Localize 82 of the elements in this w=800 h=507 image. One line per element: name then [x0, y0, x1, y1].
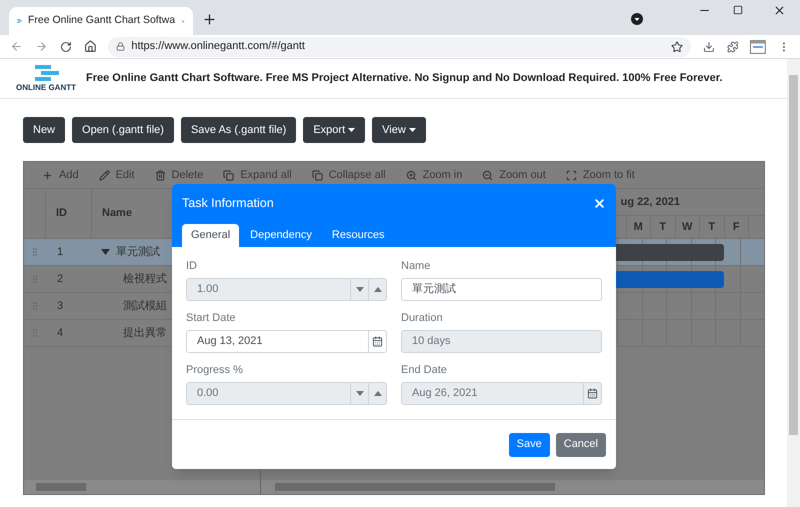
day-label: W — [674, 216, 699, 238]
drag-handle-icon[interactable] — [30, 301, 40, 311]
new-tab-icon[interactable] — [202, 12, 217, 27]
extensions-icon[interactable] — [726, 40, 738, 52]
scrollbar-thumb[interactable] — [789, 75, 798, 435]
scrollbar-thumb[interactable] — [36, 483, 86, 491]
close-icon[interactable] — [593, 197, 606, 210]
caret-up-icon — [374, 391, 382, 396]
toolbar-icon — [406, 170, 417, 180]
browser-tab[interactable]: Free Online Gantt Chart Softwa — [9, 7, 193, 35]
toolbar-icon — [482, 170, 494, 180]
toolbar-button[interactable]: New — [23, 117, 66, 143]
field-label: End Date — [401, 363, 448, 377]
input-field[interactable]: Aug 13, 2021 — [186, 330, 387, 353]
address-bar[interactable]: https://www.onlinegantt.com/#/gantt — [108, 36, 691, 56]
column-header: ID — [55, 206, 68, 222]
calendar-icon — [587, 388, 598, 399]
toolbar-icon — [42, 170, 53, 180]
dialog-button[interactable]: Cancel — [556, 432, 606, 456]
toolbar-item[interactable]: Add — [42, 166, 79, 184]
scrollbar-thumb[interactable] — [275, 483, 555, 491]
toolbar-item[interactable]: Edit — [98, 166, 135, 184]
dialog-button[interactable]: Save — [508, 432, 550, 456]
close-window-icon[interactable] — [773, 4, 786, 17]
site-icon — [17, 16, 22, 26]
toolbar-item[interactable]: Zoom out — [482, 166, 546, 184]
drag-handle-icon[interactable] — [30, 274, 40, 284]
dialog-tab[interactable]: Resources — [322, 224, 394, 247]
dialog-title: Task Information — [182, 195, 274, 212]
table-cell-text: 3 — [56, 298, 64, 314]
toolbar-button[interactable]: Export — [303, 117, 366, 143]
day-label: T — [650, 216, 674, 238]
drag-handle-icon[interactable] — [30, 247, 40, 257]
toolbar-item[interactable]: Zoom to fit — [566, 166, 635, 184]
drag-handle-icon[interactable] — [30, 328, 40, 338]
toolbar-button[interactable]: Open (.gantt file) — [72, 117, 174, 143]
caret-down-icon — [356, 287, 364, 292]
forward-icon[interactable] — [34, 40, 48, 53]
reload-icon[interactable] — [60, 40, 72, 52]
column-header: Name — [91, 189, 132, 238]
toolbar-item[interactable]: Delete — [154, 166, 204, 184]
profile-icon[interactable] — [631, 13, 643, 25]
dialog-tab[interactable]: General — [182, 224, 240, 247]
table-cell-text: 單元測試 — [116, 244, 160, 260]
table-cell-text: 檢視程式 — [123, 272, 167, 287]
toolbar-item[interactable]: Expand all — [223, 166, 292, 184]
toolbar-button[interactable]: View — [372, 117, 426, 143]
table-cell-text: 4 — [56, 326, 64, 341]
extension-icon[interactable] — [750, 40, 766, 54]
toolbar-item[interactable]: Collapse all — [312, 166, 386, 184]
table-cell-text: 2 — [56, 272, 64, 287]
day-label: F — [724, 216, 748, 238]
home-icon[interactable] — [84, 40, 96, 53]
table-cell-text: 1 — [56, 244, 64, 260]
calendar-icon — [372, 336, 383, 347]
toolbar-icon — [566, 170, 577, 180]
caret-down-icon — [356, 391, 364, 396]
week-label: ug 22, 2021 — [620, 194, 680, 210]
toolbar-item[interactable]: Zoom in — [406, 166, 462, 184]
toolbar-icon — [98, 170, 110, 180]
toolbar-icon — [223, 170, 234, 180]
tagline: Free Online Gantt Chart Software. Free MS Project Alternative. No Signup and No Download Required. 100% Free Forever. — [86, 71, 723, 86]
logo-text: ONLINE GANTT — [16, 83, 76, 92]
download-icon[interactable] — [702, 40, 715, 52]
field-label: Duration — [401, 311, 444, 325]
bookmark-icon[interactable] — [670, 40, 683, 52]
field-label: Progress % — [186, 363, 244, 377]
field-label: Name — [401, 259, 432, 273]
toolbar-icon — [312, 170, 323, 180]
maximize-icon[interactable] — [733, 5, 743, 15]
day-label: T — [699, 216, 724, 238]
table-cell-text: 提出異常 — [123, 326, 167, 341]
input-field[interactable]: 單元測試 — [401, 278, 602, 301]
expand-caret-icon[interactable] — [101, 249, 110, 255]
tab-title: Free Online Gantt Chart Softwa — [28, 13, 176, 28]
caret-up-icon — [374, 287, 382, 292]
table-cell-text: 測試模組 — [123, 298, 167, 314]
toolbar-icon — [154, 170, 166, 180]
back-icon[interactable] — [10, 40, 23, 53]
lock-icon — [116, 42, 126, 51]
toolbar-button[interactable]: Save As (.gantt file) — [180, 117, 296, 143]
day-label: M — [626, 216, 650, 238]
